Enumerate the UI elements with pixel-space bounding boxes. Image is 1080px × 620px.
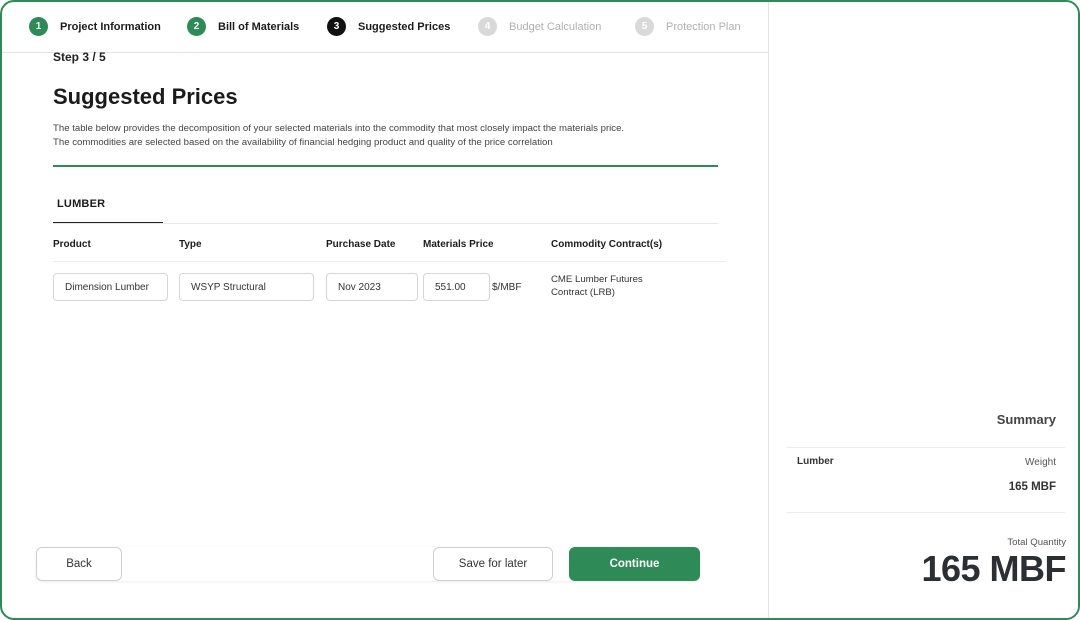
commodity-contract-line: Contract (LRB) xyxy=(551,287,615,298)
step-protection-plan[interactable]: 5 Protection Plan xyxy=(635,17,741,36)
back-button[interactable]: Back xyxy=(36,547,122,581)
tab-label: LUMBER xyxy=(57,198,106,210)
tab-divider xyxy=(53,223,718,224)
summary-title: Summary xyxy=(996,412,1056,427)
column-header-materials-price: Materials Price xyxy=(423,239,494,250)
wizard-stepper: 1 Project Information 2 Bill of Material… xyxy=(2,2,768,53)
summary-weight-value: 165 MBF xyxy=(1008,481,1056,493)
description-line: The table below provides the decompositi… xyxy=(53,123,625,134)
main-content: Step 3 / 5 Suggested Prices The table be… xyxy=(2,50,768,618)
step-label: Budget Calculation xyxy=(509,20,602,33)
column-header-type: Type xyxy=(179,239,202,250)
step-number: 4 xyxy=(478,17,497,36)
total-quantity-value: 165 MBF xyxy=(921,548,1066,589)
tab-lumber[interactable]: LUMBER xyxy=(53,193,163,224)
step-number: 2 xyxy=(187,17,206,36)
step-project-information[interactable]: 1 Project Information xyxy=(29,17,161,36)
price-unit: $/MBF xyxy=(492,282,522,293)
page-title: Suggested Prices xyxy=(53,84,238,109)
type-field[interactable]: WSYP Structural xyxy=(179,273,314,301)
total-quantity-label: Total Quantity xyxy=(1007,537,1066,548)
step-number: 3 xyxy=(327,17,346,36)
continue-button[interactable]: Continue xyxy=(569,547,700,581)
summary-weight-label: Weight xyxy=(1025,457,1056,468)
save-for-later-button[interactable]: Save for later xyxy=(433,547,553,581)
step-suggested-prices[interactable]: 3 Suggested Prices xyxy=(327,17,450,36)
section-divider xyxy=(53,165,718,167)
step-number: 1 xyxy=(29,17,48,36)
step-number: 5 xyxy=(635,17,654,36)
summary-divider xyxy=(787,512,1065,513)
commodity-contract-line: CME Lumber Futures xyxy=(551,274,643,285)
materials-price-input[interactable]: 551.00 xyxy=(423,273,490,301)
commodity-contract: CME Lumber Futures Contract (LRB) xyxy=(551,273,681,299)
header-divider xyxy=(53,261,726,262)
step-bill-of-materials[interactable]: 2 Bill of Materials xyxy=(187,17,299,36)
step-label: Bill of Materials xyxy=(218,20,300,33)
column-header-commodity-contracts: Commodity Contract(s) xyxy=(551,239,663,250)
step-label: Project Information xyxy=(60,20,161,33)
summary-material: Lumber xyxy=(797,456,834,467)
purchase-date-field[interactable]: Nov 2023 xyxy=(326,273,418,301)
product-field[interactable]: Dimension Lumber xyxy=(53,273,168,301)
description-line: The commodities are selected based on th… xyxy=(53,137,553,148)
page-description: The table below provides the decompositi… xyxy=(53,122,733,150)
step-counter: Step 3 / 5 xyxy=(53,50,106,64)
step-budget-calculation[interactable]: 4 Budget Calculation xyxy=(478,17,601,36)
step-label: Protection Plan xyxy=(666,20,741,33)
summary-divider xyxy=(787,447,1065,448)
step-label: Suggested Prices xyxy=(358,20,451,33)
column-header-purchase-date: Purchase Date xyxy=(326,239,396,250)
summary-panel: Summary Lumber Weight 165 MBF Total Quan… xyxy=(768,2,1078,618)
app-frame: 1 Project Information 2 Bill of Material… xyxy=(0,0,1080,620)
column-header-product: Product xyxy=(53,239,91,250)
